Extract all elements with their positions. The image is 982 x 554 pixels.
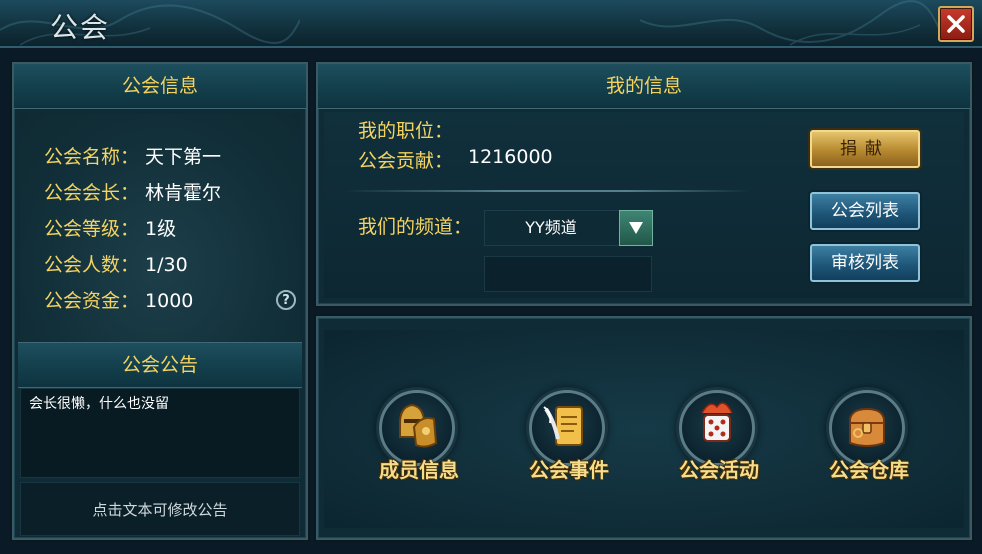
guild-members-row: 公会人数： 1/30 — [44, 250, 188, 277]
treasure-bag-icon — [849, 407, 885, 447]
guild-leader-row: 公会会长： 林肯霍尔 — [44, 178, 221, 205]
donate-button[interactable]: 捐献 — [810, 130, 920, 168]
guild-info-header: 公会信息 — [14, 64, 306, 109]
guild-events-label: 公会事件 — [529, 458, 609, 482]
edit-notice-hint[interactable]: 点击文本可修改公告 — [20, 482, 300, 536]
triangle-down-icon — [629, 222, 643, 234]
guild-notice-text[interactable]: 会长很懒，什么也没留 — [29, 393, 169, 413]
guild-warehouse-button[interactable]: 公会仓库 — [814, 388, 924, 508]
contribution-label: 公会贡献： — [358, 150, 454, 172]
guild-funds-row: 公会资金： 1000 — [44, 286, 193, 313]
guild-activities-label: 公会活动 — [679, 458, 759, 482]
review-list-button[interactable]: 审核列表 — [810, 244, 920, 282]
guild-members-value: 1/30 — [145, 254, 188, 276]
title-bar: 公会 — [0, 0, 982, 48]
channel-dropdown[interactable]: YY频道 — [484, 210, 653, 246]
position-label: 我的职位： — [358, 120, 454, 142]
contribution-value: 1216000 — [468, 146, 553, 168]
guild-funds-label: 公会资金： — [44, 290, 140, 312]
guild-events-button[interactable]: 公会事件 — [514, 388, 624, 508]
guild-list-button[interactable]: 公会列表 — [810, 192, 920, 230]
my-info-panel: 我的信息 我的职位： 公会贡献： 1216000 我们的频道： YY频道 捐献 … — [316, 62, 972, 306]
guild-functions-panel: 成员信息 公会事件 公会活动 公会仓库 — [316, 316, 972, 540]
help-icon[interactable]: ? — [276, 290, 296, 310]
close-icon — [947, 15, 965, 33]
title-ornament-left — [0, 4, 300, 46]
guild-info-panel: 公会信息 公会名称： 天下第一 公会会长： 林肯霍尔 公会等级： 1级 公会人数： 1/… — [12, 62, 308, 540]
guild-name-value: 天下第一 — [145, 146, 222, 168]
guild-notice-body[interactable]: 会长很懒，什么也没留 — [20, 388, 300, 478]
guild-activities-button[interactable]: 公会活动 — [664, 388, 774, 508]
helmet-armor-icon — [399, 403, 438, 448]
section-divider — [342, 190, 750, 192]
guild-warehouse-label: 公会仓库 — [829, 458, 909, 482]
channel-input[interactable] — [484, 256, 652, 292]
dice-icon — [701, 402, 733, 442]
guild-level-value: 1级 — [145, 218, 177, 240]
guild-notice-header: 公会公告 — [18, 342, 302, 388]
title-ornament-right — [640, 0, 940, 46]
guild-level-row: 公会等级： 1级 — [44, 214, 176, 241]
guild-level-label: 公会等级： — [44, 218, 140, 240]
guild-leader-label: 公会会长： — [44, 182, 140, 204]
guild-name-label: 公会名称： — [44, 146, 140, 168]
guild-name-row: 公会名称： 天下第一 — [44, 142, 221, 169]
channel-label: 我们的频道： — [358, 216, 473, 238]
member-info-button[interactable]: 成员信息 — [364, 388, 474, 508]
window-title: 公会 — [50, 11, 111, 44]
guild-members-label: 公会人数： — [44, 254, 140, 276]
my-info-header: 我的信息 — [318, 64, 970, 109]
close-button[interactable] — [938, 6, 974, 42]
guild-funds-value: 1000 — [145, 290, 194, 312]
scroll-quill-icon — [543, 406, 583, 446]
member-info-label: 成员信息 — [379, 458, 459, 482]
dropdown-arrow-button[interactable] — [619, 210, 653, 246]
guild-leader-value: 林肯霍尔 — [145, 182, 222, 204]
channel-selected-value: YY频道 — [525, 218, 577, 237]
